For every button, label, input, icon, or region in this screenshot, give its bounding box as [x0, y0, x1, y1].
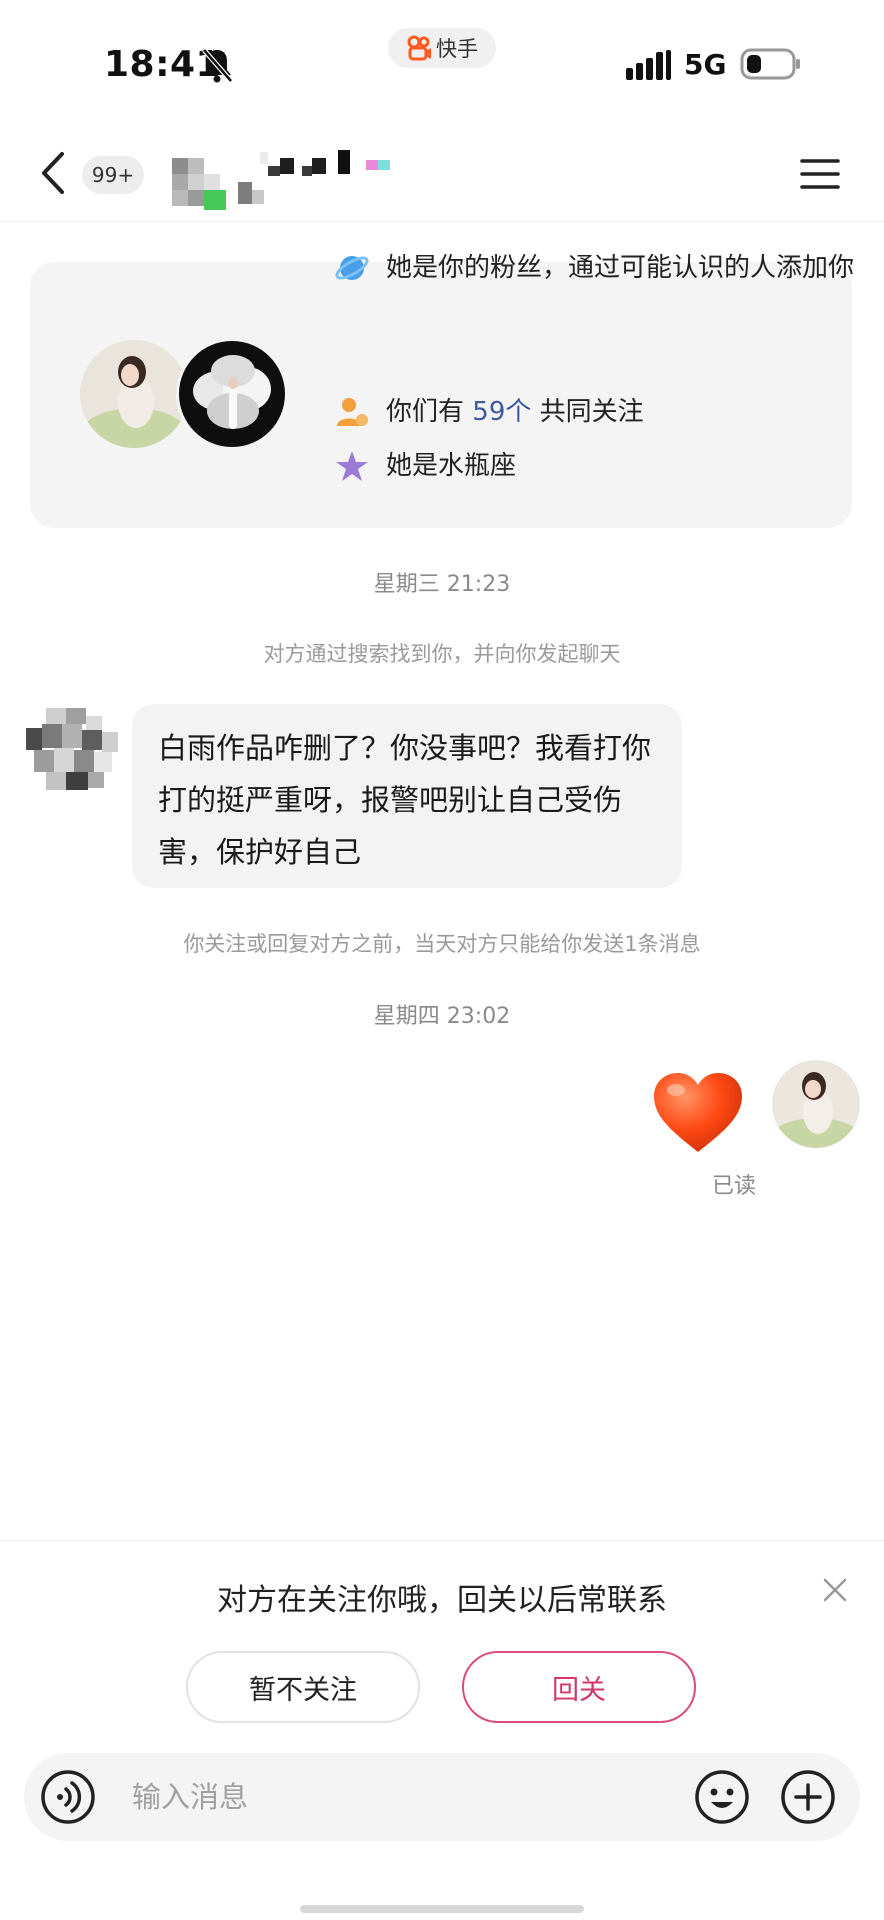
contact-name-pixelated[interactable]	[172, 146, 462, 216]
home-indicator[interactable]	[300, 1905, 584, 1913]
star-icon	[336, 451, 368, 481]
emoji-icon[interactable]	[694, 1769, 750, 1825]
contact-avatar-photo	[176, 338, 288, 450]
message-composer	[24, 1753, 860, 1841]
message-input[interactable]	[132, 1773, 692, 1821]
plus-icon[interactable]	[780, 1769, 836, 1825]
read-status: 已读	[712, 1174, 757, 1199]
follow-prompt-text: 对方在关注你哦，回关以后常联系	[217, 1583, 667, 1618]
info-row-fan-source: 她是你的粉丝，通过可能认识的人添加你	[334, 250, 856, 286]
heart-icon[interactable]	[650, 1070, 746, 1156]
person-icon	[337, 398, 368, 426]
battery-icon	[740, 48, 800, 80]
mutual-prefix: 你们有	[386, 397, 465, 427]
voice-icon[interactable]	[40, 1769, 96, 1825]
my-avatar[interactable]	[772, 1060, 860, 1148]
sender-avatar-pixelated[interactable]	[26, 708, 122, 792]
bell-off-icon	[202, 48, 233, 83]
system-note: 对方通过搜索找到你，并向你发起聊天	[263, 642, 621, 666]
my-avatar-photo	[80, 340, 188, 448]
status-bar: 18:41 快手 5G	[0, 0, 884, 120]
message-limit-note: 你关注或回复对方之前，当天对方只能给你发送1条消息	[183, 932, 701, 956]
decline-follow-button[interactable]: 暂不关注	[186, 1651, 420, 1723]
planet-icon	[335, 256, 369, 280]
zodiac-text: 她是水瓶座	[386, 451, 517, 481]
menu-icon[interactable]	[800, 154, 840, 194]
follow-back-button[interactable]: 回关	[462, 1651, 696, 1723]
incoming-message-bubble[interactable]: 白雨作品咋删了？你没事吧？我看打你打的挺严重呀，报警吧别让自己受伤害，保护好自己	[132, 704, 682, 888]
close-icon[interactable]	[822, 1577, 848, 1603]
mutual-suffix: 共同关注	[539, 397, 644, 427]
timestamp: 星期四 23:02	[373, 1004, 511, 1029]
mutual-count[interactable]: 59个	[472, 397, 531, 427]
timestamp: 星期三 21:23	[373, 572, 511, 597]
app-name: 快手	[436, 37, 478, 61]
follow-back-panel: 对方在关注你哦，回关以后常联系 暂不关注 回关	[0, 1540, 884, 1920]
kuaishou-logo-icon	[407, 35, 431, 61]
info-row-mutual[interactable]: 你们有 59个 共同关注	[334, 394, 856, 430]
mutual-follow-text: 你们有 59个 共同关注	[386, 394, 856, 430]
chat-header: 99+	[0, 130, 884, 222]
back-icon[interactable]	[38, 150, 68, 196]
unread-badge: 99+	[82, 156, 144, 194]
info-row-zodiac: 她是水瓶座	[334, 448, 856, 484]
network-label: 5G	[684, 48, 727, 81]
signal-icon	[626, 50, 671, 80]
fan-source-text: 她是你的粉丝，通过可能认识的人添加你	[386, 253, 855, 283]
app-indicator[interactable]: 快手	[388, 28, 496, 68]
